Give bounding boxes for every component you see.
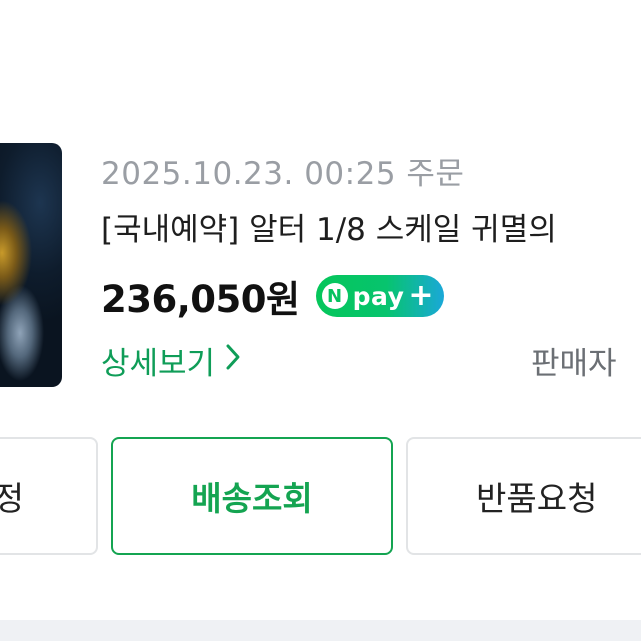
- return-request-button[interactable]: 반품요청: [406, 437, 641, 555]
- detail-link[interactable]: 상세보기: [101, 338, 241, 383]
- product-price: 236,050원: [101, 278, 300, 321]
- product-title[interactable]: [국내예약] 알터 1/8 스케일 귀멸의: [101, 204, 557, 249]
- price-row: 236,050원 N pay +: [101, 268, 444, 324]
- return-request-label: 반품요청: [476, 479, 598, 518]
- track-delivery-button[interactable]: 배송조회: [111, 437, 393, 555]
- npay-plus-icon: +: [408, 278, 434, 313]
- seller-link[interactable]: 판매자: [531, 338, 617, 383]
- npay-plus-badge: N pay +: [315, 275, 444, 317]
- chevron-right-icon: [225, 343, 241, 379]
- order-date: 2025.10.23. 00:25 주문: [101, 156, 465, 192]
- product-thumbnail[interactable]: [0, 143, 62, 387]
- track-delivery-label: 배송조회: [191, 479, 313, 518]
- npay-n-icon: N: [321, 283, 348, 309]
- action-button-left-label: 정: [0, 472, 24, 520]
- section-divider: [0, 620, 641, 641]
- npay-pay-text: pay: [352, 281, 405, 311]
- action-button-left[interactable]: 정: [0, 437, 98, 555]
- order-card: 2025.10.23. 00:25 주문 [국내예약] 알터 1/8 스케일 귀…: [0, 0, 641, 620]
- detail-link-label: 상세보기: [101, 346, 216, 382]
